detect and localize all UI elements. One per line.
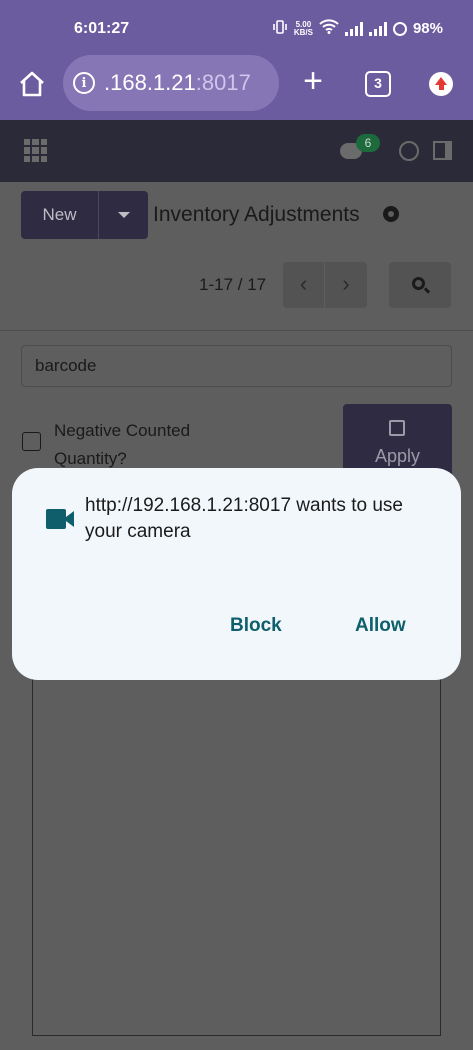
allow-button[interactable]: Allow — [355, 615, 406, 637]
pager-value[interactable]: 1-17 / 17 — [199, 275, 266, 295]
negative-quantity-checkbox[interactable] — [22, 432, 41, 451]
activity-clock-icon[interactable] — [399, 141, 419, 161]
negative-quantity-label: Negative Counted Quantity? — [54, 421, 191, 468]
browser-toolbar: i .168.1.21:8017 + 3 — [0, 48, 473, 120]
chat-badge: 6 — [356, 134, 380, 152]
side-panel-icon[interactable] — [433, 141, 452, 160]
search-button[interactable] — [389, 262, 451, 308]
signal-icon-1 — [344, 21, 363, 36]
update-icon[interactable] — [429, 72, 453, 96]
tab-switcher-button[interactable]: 3 — [365, 71, 391, 97]
url-text: .168.1.21:8017 — [104, 70, 251, 95]
status-bar: 6:01:27 5.00 KB/S 98% — [0, 0, 473, 48]
signal-icon-2 — [368, 21, 387, 36]
site-info-icon[interactable]: i — [73, 72, 95, 94]
barcode-input[interactable]: barcode — [21, 345, 452, 387]
system-icons: 5.00 KB/S 98% — [272, 19, 443, 38]
save-icon — [389, 420, 405, 436]
apps-menu-icon[interactable] — [24, 139, 47, 162]
video-camera-icon — [45, 508, 77, 530]
block-button[interactable]: Block — [230, 615, 282, 637]
vibrate-icon — [272, 19, 288, 38]
network-speed: 5.00 KB/S — [293, 19, 313, 37]
url-bar[interactable]: i .168.1.21:8017 — [63, 55, 279, 111]
search-icon — [412, 277, 425, 290]
pager-previous-button[interactable]: ‹ — [283, 262, 324, 308]
new-tab-icon[interactable]: + — [298, 64, 328, 98]
gear-icon[interactable] — [383, 206, 399, 222]
wifi-icon — [319, 19, 339, 38]
status-time: 6:01:27 — [74, 20, 130, 37]
new-dropdown-button[interactable] — [98, 191, 148, 239]
divider — [0, 330, 473, 331]
camera-permission-dialog: http://192.168.1.21:8017 wants to use yo… — [12, 468, 461, 680]
new-button[interactable]: New — [21, 191, 98, 239]
page-title: Inventory Adjustments — [153, 203, 360, 226]
battery-icon — [392, 21, 407, 36]
pager-next-button[interactable]: › — [325, 262, 367, 308]
battery-percent: 98% — [412, 20, 443, 37]
home-icon[interactable] — [18, 70, 46, 98]
permission-message: http://192.168.1.21:8017 wants to use yo… — [85, 495, 403, 542]
